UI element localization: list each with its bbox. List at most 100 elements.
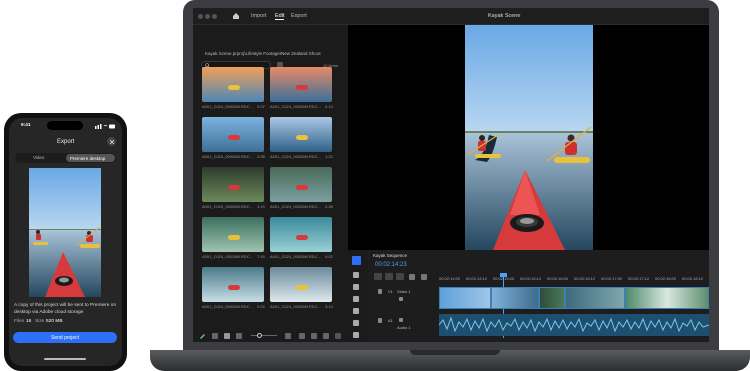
kayak-shape: [228, 85, 240, 90]
clip-thumbnail[interactable]: [202, 67, 264, 102]
clip-thumbnail[interactable]: [270, 167, 332, 202]
clip-name: A001_C024_00026M.RDC...: [202, 104, 253, 109]
video-track-header: V1 Video 1: [375, 287, 437, 305]
playhead-handle[interactable]: [500, 273, 507, 277]
menu-edit[interactable]: Edit: [275, 13, 285, 20]
add-marker-icon[interactable]: [396, 273, 404, 280]
audio-track[interactable]: [439, 314, 709, 336]
snap-icon[interactable]: [374, 273, 382, 280]
track-select-icon[interactable]: [353, 272, 359, 278]
kayak-shape: [296, 285, 308, 290]
program-monitor: [348, 25, 709, 250]
video-clip[interactable]: [439, 287, 491, 309]
kayak-shape: [296, 85, 308, 90]
list-view-icon[interactable]: [212, 333, 218, 339]
kayak-shape: [296, 185, 308, 190]
clip-name: A001_C024_00026M.RDC...: [202, 304, 253, 309]
clip-name: A001_C024_00026M.RDC...: [202, 254, 253, 259]
clip-name: A001_C024_00026M.RDC...: [202, 204, 253, 209]
clip-thumbnail[interactable]: [270, 267, 332, 302]
text-tool-icon[interactable]: [353, 332, 359, 338]
clip-thumbnail[interactable]: [202, 217, 264, 252]
clip-thumbnail[interactable]: [202, 167, 264, 202]
clip-thumbnail[interactable]: [202, 267, 264, 302]
status-icons: [95, 124, 115, 129]
new-item-icon[interactable]: [299, 333, 305, 339]
window-zoom-dot[interactable]: [212, 14, 217, 19]
zoom-slider-handle[interactable]: [257, 333, 262, 338]
clip-name: A001_C024_00026M.RDC...: [270, 104, 321, 109]
close-button[interactable]: [107, 137, 116, 146]
lock-icon[interactable]: [378, 289, 382, 294]
kayak-shape: [228, 235, 240, 240]
video-clip[interactable]: [625, 287, 709, 309]
menu-import[interactable]: Import: [251, 13, 267, 19]
sort-icon[interactable]: [285, 333, 291, 339]
captions-icon[interactable]: [421, 274, 427, 280]
audio-lock-icon[interactable]: [378, 318, 382, 323]
timeline-panel: Kayak Sequence 00:02:14:23 00:02:14:00 00…: [369, 250, 709, 342]
video-clip[interactable]: [491, 287, 539, 309]
clip-duration: 1:22: [325, 154, 333, 159]
ruler-label: 00:02:14:12: [466, 276, 488, 281]
ruler-label: 00:02:17:12: [628, 276, 650, 281]
home-icon[interactable]: [232, 12, 240, 20]
pencil-icon[interactable]: [199, 332, 206, 339]
ruler-label: 00:02:15:12: [520, 276, 542, 281]
slip-tool-icon[interactable]: [353, 296, 359, 302]
project-panel: Kayak Scene.prproj\Lifestyle Footage\New…: [193, 25, 348, 342]
send-project-button[interactable]: Send project: [13, 332, 117, 343]
sequence-tab[interactable]: Kayak Sequence: [373, 253, 407, 258]
project-toolbar: [199, 332, 341, 340]
program-frame-kayak: [465, 25, 593, 250]
tool-strip: [348, 250, 368, 342]
clip-name: A001_C024_00026M.RDC...: [270, 204, 321, 209]
video-track-name: Video 1: [397, 289, 411, 294]
kayak-shape: [228, 185, 240, 190]
linked-selection-icon[interactable]: [385, 273, 393, 280]
tab-premiere-desktop[interactable]: Premiere desktop: [66, 154, 115, 162]
kayak-shape: [296, 135, 308, 140]
home-indicator: [44, 358, 86, 360]
clip-thumbnail[interactable]: [202, 117, 264, 152]
video-clip[interactable]: [565, 287, 625, 309]
mute-icon[interactable]: [399, 318, 403, 322]
size-label: Size: [35, 319, 45, 324]
clip-duration: 4:02: [325, 254, 333, 259]
export-tabs: Video Premiere desktop: [15, 153, 116, 163]
tab-video[interactable]: Video: [33, 155, 44, 160]
pen-tool-icon[interactable]: [353, 320, 359, 326]
clip-thumbnail[interactable]: [270, 217, 332, 252]
menu-export[interactable]: Export: [291, 13, 307, 19]
trash-icon[interactable]: [335, 333, 341, 339]
send-project-label: Send project: [51, 335, 80, 341]
clip-duration: 2:08: [257, 154, 265, 159]
files-label: Files: [14, 319, 25, 324]
new-file-icon[interactable]: [323, 333, 329, 339]
ruler-label: 00:02:16:00: [547, 276, 569, 281]
window-minimize-dot[interactable]: [205, 14, 210, 19]
export-description: A copy of this project will be sent to P…: [14, 303, 117, 315]
folder-icon[interactable]: [311, 333, 317, 339]
clip-thumbnail[interactable]: [270, 117, 332, 152]
audio-track-id: A1: [388, 318, 393, 323]
ripple-tool-icon[interactable]: [353, 308, 359, 314]
razor-tool-icon[interactable]: [353, 284, 359, 290]
zoom-slider[interactable]: [251, 335, 277, 336]
window-close-dot[interactable]: [198, 14, 203, 19]
video-track-id: V1: [388, 289, 393, 294]
clip-duration: 2:24: [257, 304, 265, 309]
timecode-display[interactable]: 00:02:14:23: [375, 262, 407, 268]
time-ruler[interactable]: 00:02:14:0000:02:14:1200:02:15:0000:02:1…: [439, 276, 709, 282]
freeform-view-icon[interactable]: [236, 333, 242, 339]
grid-view-icon[interactable]: [224, 333, 230, 339]
window-title: Kayak Scene: [488, 13, 521, 19]
audio-waveform: [439, 316, 709, 333]
clip-thumbnail[interactable]: [270, 67, 332, 102]
settings-icon[interactable]: [409, 274, 415, 280]
selection-tool-icon[interactable]: [352, 256, 361, 265]
eye-icon[interactable]: [399, 297, 403, 301]
video-track[interactable]: [439, 287, 709, 309]
clip-duration: 3:13: [325, 304, 333, 309]
video-clip[interactable]: [539, 287, 565, 309]
